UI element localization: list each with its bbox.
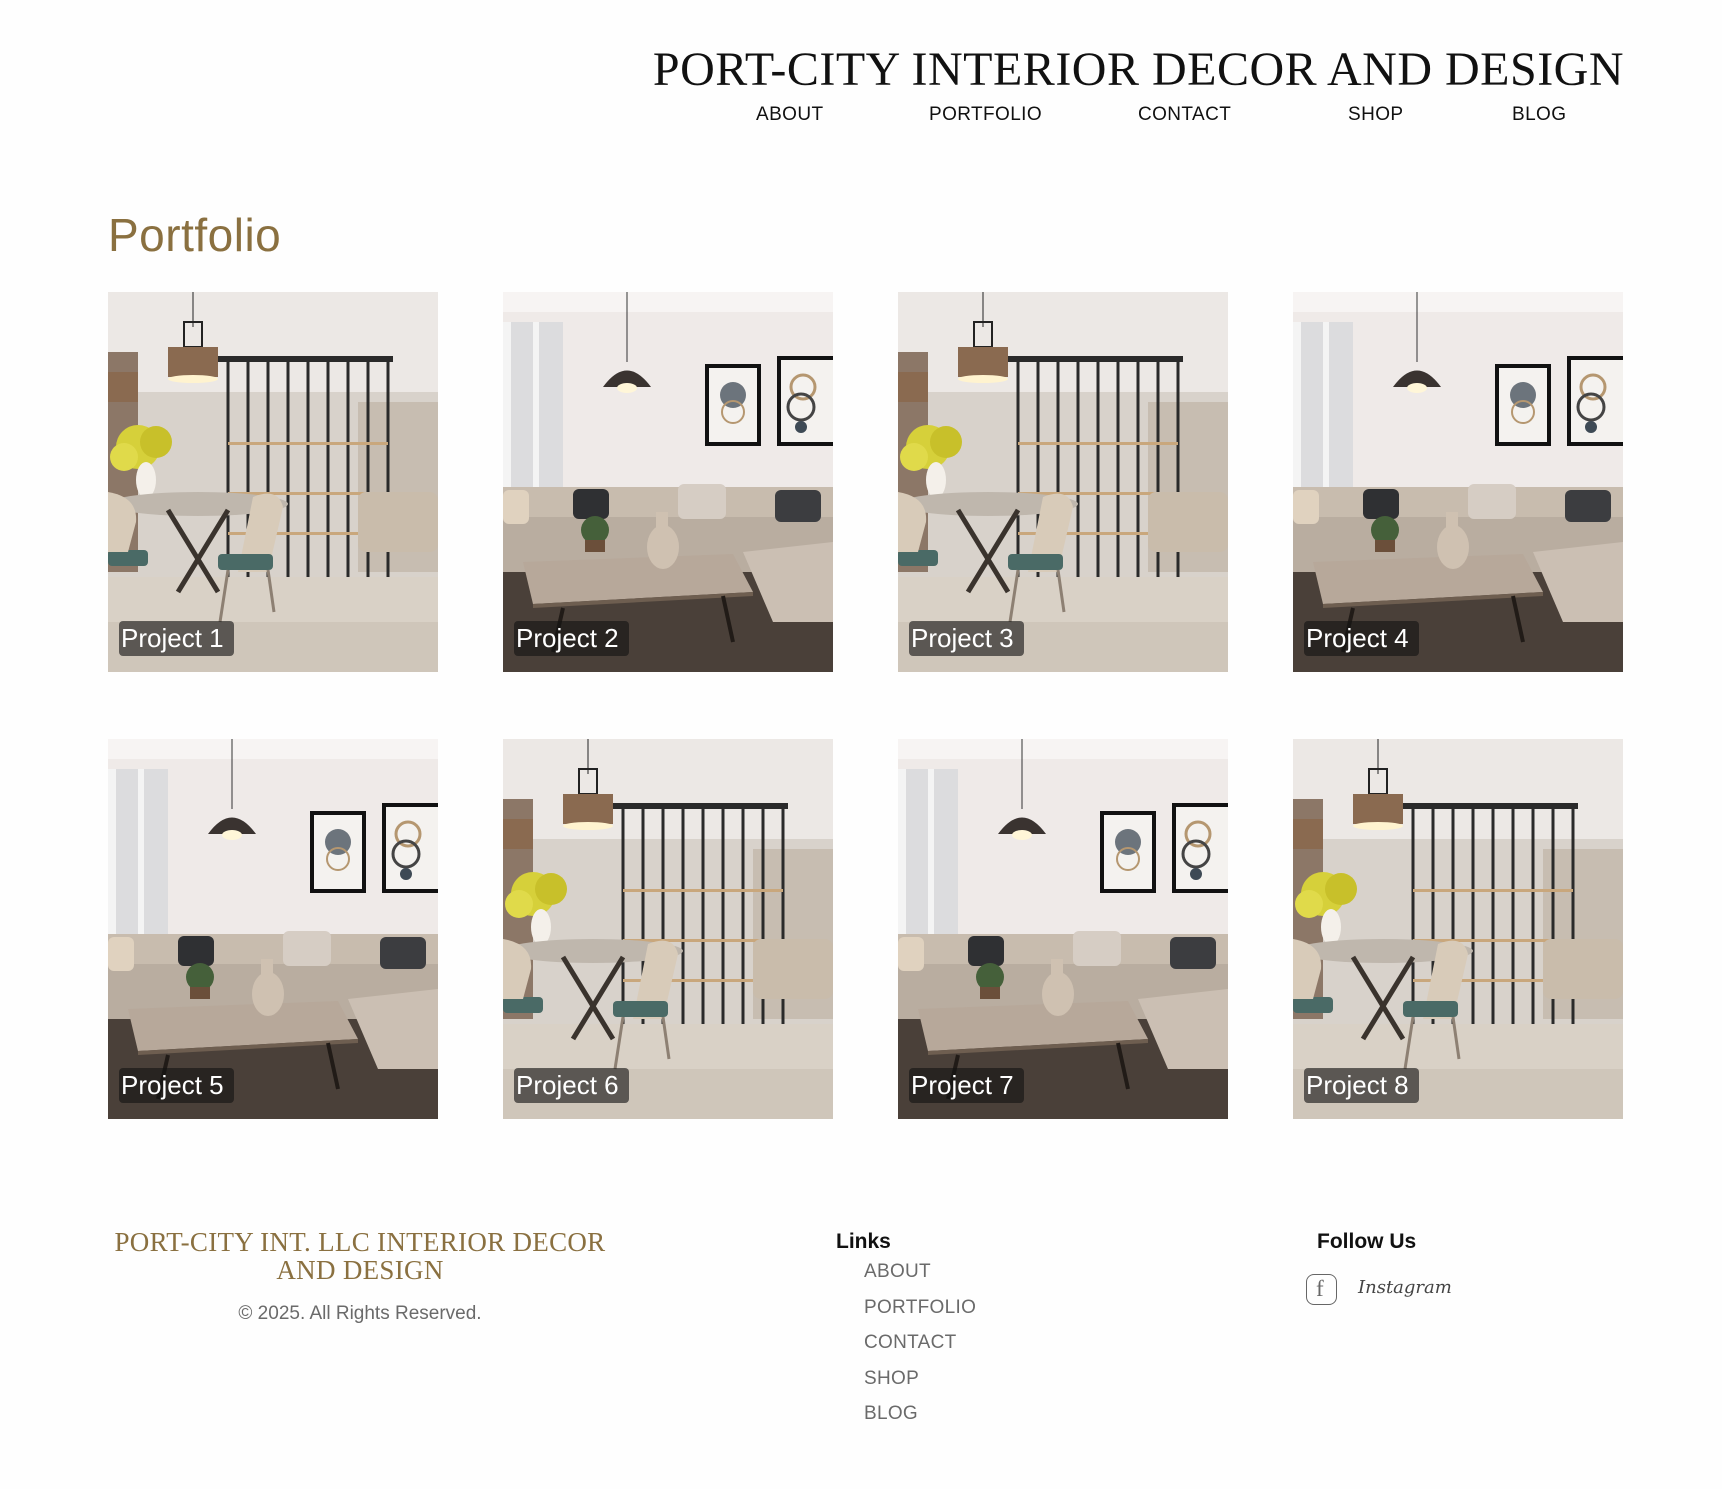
project-image: [503, 292, 833, 672]
instagram-icon[interactable]: Instagram: [1358, 1277, 1452, 1298]
project-label: Project 8: [1304, 1068, 1419, 1103]
project-label: Project 1: [119, 621, 234, 656]
site-title[interactable]: PORT-CITY INTERIOR DECOR AND DESIGN: [653, 42, 1624, 97]
footer-brand: PORT-CITY INT. LLC INTERIOR DECOR AND DE…: [108, 1228, 612, 1284]
project-card[interactable]: Project 2: [503, 292, 833, 672]
footer-brand-line2: AND DESIGN: [276, 1255, 444, 1285]
site-header: PORT-CITY INTERIOR DECOR AND DESIGN ABOU…: [0, 0, 1722, 150]
project-image: [1293, 739, 1623, 1119]
footer-link-shop[interactable]: SHOP: [864, 1366, 976, 1402]
footer-link-blog[interactable]: BLOG: [864, 1401, 976, 1437]
nav-shop[interactable]: SHOP: [1348, 104, 1403, 126]
follow-heading: Follow Us: [1317, 1230, 1417, 1253]
footer-link-contact[interactable]: CONTACT: [864, 1330, 976, 1366]
footer-links: ABOUT PORTFOLIO CONTACT SHOP BLOG: [864, 1259, 976, 1437]
project-card[interactable]: Project 7: [898, 739, 1228, 1119]
project-card[interactable]: Project 5: [108, 739, 438, 1119]
nav-portfolio[interactable]: PORTFOLIO: [929, 104, 1042, 126]
project-label: Project 2: [514, 621, 629, 656]
project-card[interactable]: Project 8: [1293, 739, 1623, 1119]
project-label: Project 6: [514, 1068, 629, 1103]
project-card[interactable]: Project 3: [898, 292, 1228, 672]
footer-link-about[interactable]: ABOUT: [864, 1259, 976, 1295]
project-image: [898, 292, 1228, 672]
project-image: [898, 739, 1228, 1119]
copyright: © 2025. All Rights Reserved.: [238, 1303, 482, 1324]
links-heading: Links: [836, 1230, 891, 1253]
footer-link-portfolio[interactable]: PORTFOLIO: [864, 1295, 976, 1331]
nav-blog[interactable]: BLOG: [1512, 104, 1566, 126]
project-image: [108, 292, 438, 672]
project-card[interactable]: Project 4: [1293, 292, 1623, 672]
page-title: Portfolio: [108, 209, 282, 261]
facebook-icon[interactable]: f: [1306, 1274, 1337, 1305]
project-image: [1293, 292, 1623, 672]
project-card[interactable]: Project 6: [503, 739, 833, 1119]
project-label: Project 5: [119, 1068, 234, 1103]
nav-contact[interactable]: CONTACT: [1138, 104, 1231, 126]
nav-about[interactable]: ABOUT: [756, 104, 823, 126]
project-label: Project 3: [909, 621, 1024, 656]
footer-brand-line1: PORT-CITY INT. LLC INTERIOR DECOR: [114, 1227, 606, 1257]
project-card[interactable]: Project 1: [108, 292, 438, 672]
project-label: Project 4: [1304, 621, 1419, 656]
project-image: [503, 739, 833, 1119]
main-nav: ABOUT PORTFOLIO CONTACT SHOP BLOG: [756, 104, 1624, 130]
project-image: [108, 739, 438, 1119]
project-label: Project 7: [909, 1068, 1024, 1103]
